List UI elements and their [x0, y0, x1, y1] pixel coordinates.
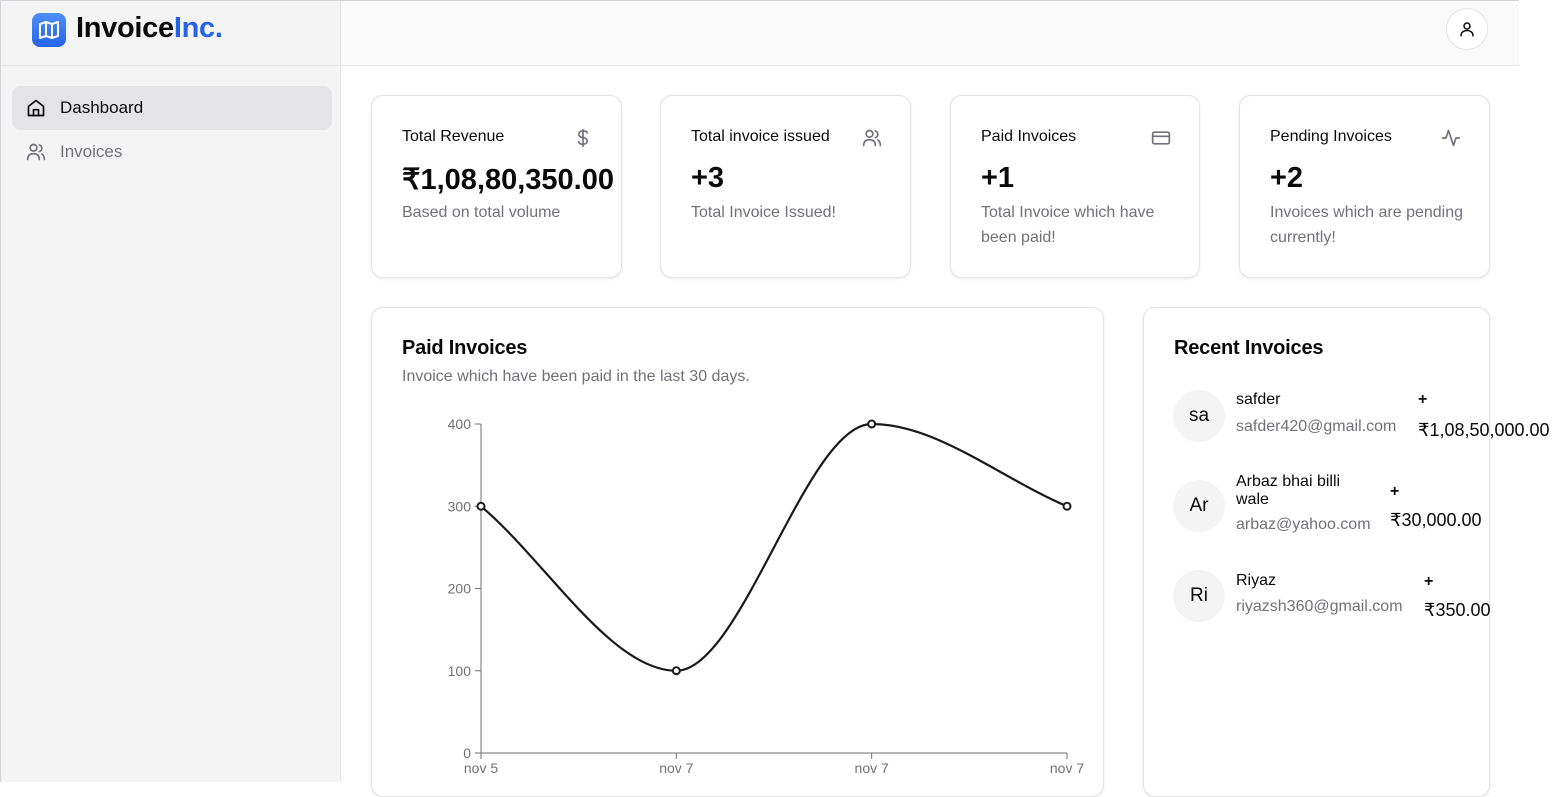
y-tick-label: 100: [448, 663, 472, 679]
x-tick-label: nov 7: [855, 760, 889, 776]
invoice-amount: ₹350.00: [1424, 600, 1491, 620]
data-point: [867, 419, 877, 429]
invoice-customer-name: safder: [1236, 391, 1281, 408]
data-point: [476, 501, 486, 511]
invoice-customer-email: riyazsh360@gmail.com: [1236, 598, 1403, 615]
recent-invoices-card: [1143, 307, 1490, 797]
x-tick-label: nov 7: [659, 760, 693, 776]
data-point: [1062, 501, 1072, 511]
x-tick-label: nov 5: [464, 760, 498, 776]
invoice-amount-sign: +: [1418, 391, 1428, 408]
avatar: Ar: [1173, 480, 1225, 532]
y-tick-label: 0: [463, 745, 471, 761]
invoice-customer-name: Riyaz: [1236, 572, 1277, 589]
y-tick-label: 300: [448, 498, 472, 514]
avatar: sa: [1173, 390, 1225, 442]
invoice-customer-email: arbaz@yahoo.com: [1236, 516, 1371, 533]
series-line: [480, 422, 1068, 672]
invoice-amount: ₹30,000.00: [1390, 510, 1482, 530]
avatar: Ri: [1173, 570, 1225, 622]
data-point: [671, 666, 681, 676]
y-tick-label: 400: [448, 416, 472, 432]
invoice-customer-name: Arbaz bhai billi wale: [1236, 473, 1341, 508]
invoice-amount-sign: +: [1390, 483, 1400, 500]
y-tick-label: 200: [448, 581, 472, 597]
invoice-amount-sign: +: [1424, 573, 1434, 590]
invoice-amount: ₹1,08,50,000.00: [1418, 420, 1550, 440]
invoice-customer-email: safder420@gmail.com: [1236, 418, 1397, 435]
recent-invoices-title: Recent Invoices: [1174, 337, 1324, 359]
x-tick-label: nov 7: [1050, 760, 1084, 776]
